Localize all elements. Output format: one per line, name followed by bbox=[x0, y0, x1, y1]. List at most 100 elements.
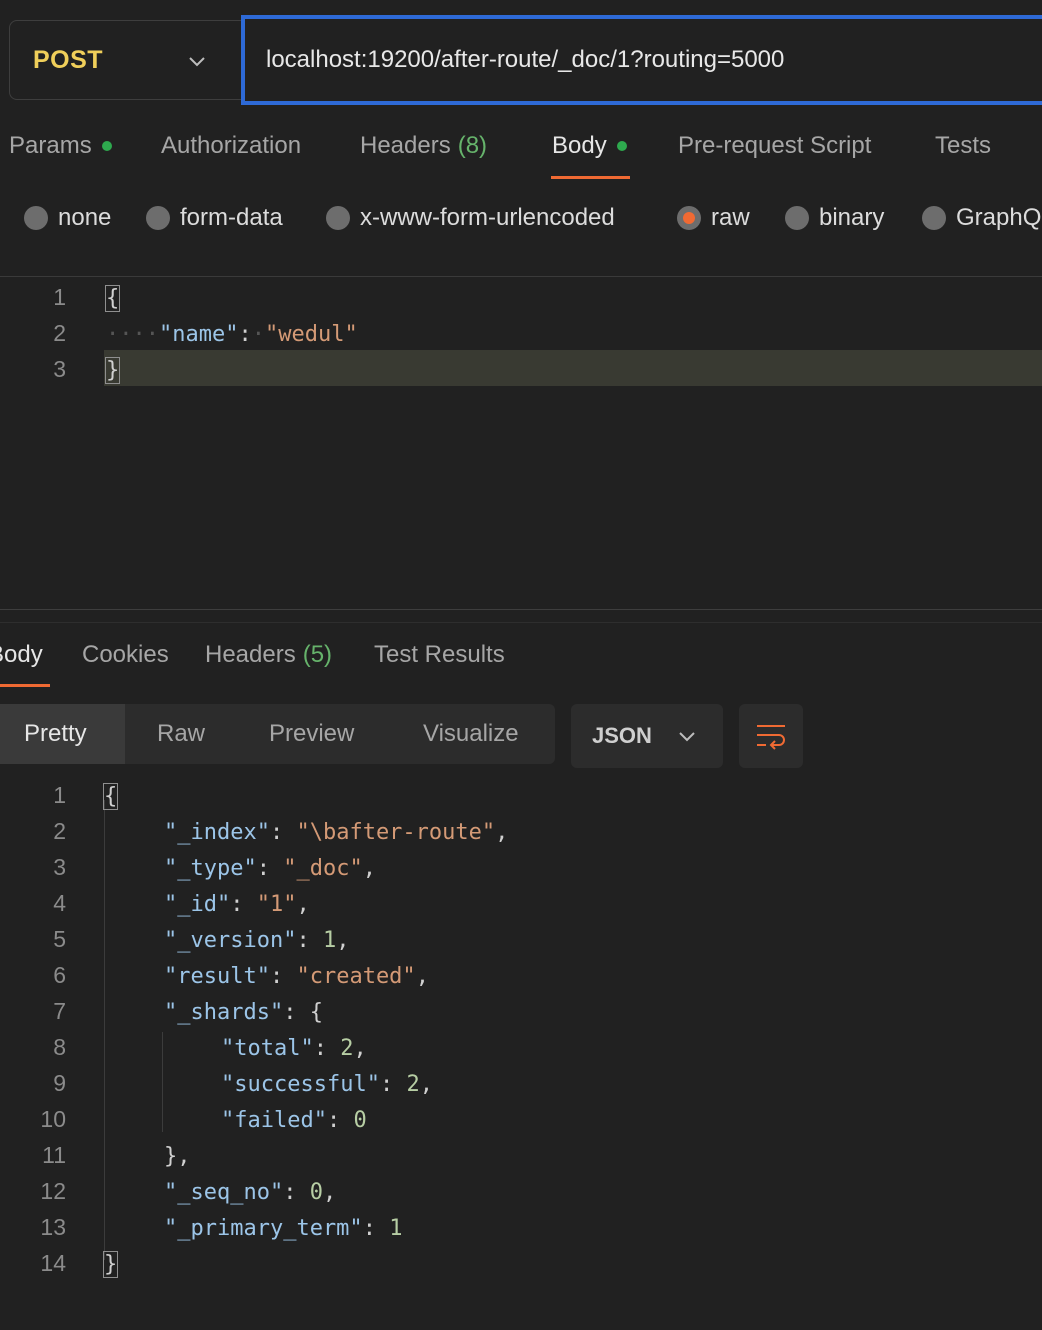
tab-tests[interactable]: Tests bbox=[935, 132, 991, 160]
divider bbox=[0, 276, 1042, 277]
tab-label: Params bbox=[9, 132, 92, 159]
line-number: 7 bbox=[53, 998, 66, 1024]
radio-binary[interactable]: binary bbox=[785, 204, 884, 232]
headers-count: (8) bbox=[457, 132, 488, 159]
radio-circle-icon bbox=[785, 206, 809, 230]
code-line: "failed": 0 bbox=[221, 1108, 367, 1133]
line-number: 8 bbox=[53, 1034, 66, 1060]
json-key: "result" bbox=[164, 964, 270, 989]
radio-x-www-form-urlencoded[interactable]: x-www-form-urlencoded bbox=[326, 204, 615, 232]
code-line: } bbox=[104, 357, 121, 384]
json-value: 1 bbox=[389, 1216, 403, 1241]
json-key: "name" bbox=[158, 322, 239, 347]
tab-label: Pre-request Script bbox=[678, 132, 872, 159]
json-key: "_index" bbox=[164, 820, 270, 845]
view-visualize-button[interactable]: Visualize bbox=[423, 704, 519, 764]
json-key: "_shards" bbox=[164, 1000, 284, 1025]
indent-guide bbox=[104, 800, 105, 1260]
tab-response-headers[interactable]: Headers (5) bbox=[205, 641, 332, 669]
code-line: }, bbox=[164, 1144, 191, 1169]
indent-guide bbox=[162, 1032, 163, 1132]
radio-label: none bbox=[58, 204, 112, 231]
json-value: { bbox=[309, 1000, 323, 1025]
line-number: 12 bbox=[40, 1178, 66, 1204]
radio-circle-icon bbox=[326, 206, 350, 230]
chevron-down-icon bbox=[679, 732, 695, 742]
line-number: 1 bbox=[53, 782, 66, 808]
line-number: 3 bbox=[53, 356, 66, 382]
view-preview-button[interactable]: Preview bbox=[269, 704, 354, 764]
active-tab-indicator bbox=[0, 684, 50, 687]
radio-circle-icon bbox=[24, 206, 48, 230]
json-value: 1 bbox=[322, 928, 337, 953]
json-key: "failed" bbox=[221, 1108, 327, 1133]
code-line: "result": "created", bbox=[164, 964, 429, 989]
radio-none[interactable]: none bbox=[24, 204, 111, 232]
json-key: "_type" bbox=[164, 856, 257, 881]
code-line: "_index": "\bafter-route", bbox=[164, 820, 509, 845]
tab-pre-request-script[interactable]: Pre-request Script bbox=[678, 132, 871, 160]
tab-label: Headers bbox=[360, 132, 451, 159]
format-label: JSON bbox=[592, 723, 652, 748]
format-select[interactable]: JSON bbox=[571, 704, 723, 768]
json-value: 2 bbox=[340, 1036, 354, 1061]
active-dot-icon bbox=[101, 141, 112, 151]
line-number: 9 bbox=[53, 1070, 66, 1096]
code-line: "_seq_no": 0, bbox=[164, 1180, 337, 1205]
url-input[interactable]: localhost:19200/after-route/_doc/1?routi… bbox=[241, 15, 1042, 105]
json-value: "wedul" bbox=[264, 322, 358, 347]
line-number: 10 bbox=[40, 1106, 66, 1132]
pane-divider[interactable] bbox=[0, 609, 1042, 610]
tab-response-body[interactable]: Body bbox=[0, 641, 43, 669]
tab-cookies[interactable]: Cookies bbox=[82, 641, 169, 669]
view-raw-button[interactable]: Raw bbox=[157, 704, 205, 764]
tab-label: Headers bbox=[205, 641, 296, 668]
json-key: "total" bbox=[221, 1036, 314, 1061]
radio-graphql[interactable]: GraphQ bbox=[922, 204, 1041, 232]
close-brace: } bbox=[102, 1251, 119, 1278]
line-number: 13 bbox=[40, 1214, 66, 1240]
code-line: "successful": 2, bbox=[221, 1072, 433, 1097]
code-line: "_type": "_doc", bbox=[164, 856, 376, 881]
open-brace: { bbox=[102, 783, 119, 810]
current-line-highlight bbox=[104, 350, 1042, 386]
method-select[interactable]: POST bbox=[9, 20, 247, 100]
view-pretty-button[interactable]: Pretty bbox=[0, 704, 125, 764]
code-line: "_shards": { bbox=[164, 1000, 323, 1025]
tab-params[interactable]: Params bbox=[9, 132, 112, 160]
json-key: "_id" bbox=[164, 892, 231, 917]
radio-circle-icon bbox=[146, 206, 170, 230]
json-key: "_primary_term" bbox=[164, 1216, 363, 1241]
json-value: 2 bbox=[406, 1072, 420, 1097]
code-line: { bbox=[104, 285, 121, 312]
url-text: localhost:19200/after-route/_doc/1?routi… bbox=[266, 46, 785, 73]
code-line: } bbox=[102, 1251, 119, 1278]
radio-circle-icon bbox=[922, 206, 946, 230]
json-value: 0 bbox=[309, 1180, 323, 1205]
code-line: "_version": 1, bbox=[164, 928, 350, 953]
line-number: 2 bbox=[53, 818, 66, 844]
tab-body[interactable]: Body bbox=[552, 132, 627, 160]
tab-headers[interactable]: Headers (8) bbox=[360, 132, 487, 160]
tab-authorization[interactable]: Authorization bbox=[161, 132, 301, 160]
radio-label: x-www-form-urlencoded bbox=[360, 204, 615, 231]
json-key: "_seq_no" bbox=[164, 1180, 284, 1205]
active-tab-indicator bbox=[551, 176, 630, 179]
json-value: "_doc" bbox=[283, 856, 363, 881]
radio-label: GraphQ bbox=[956, 204, 1042, 231]
wrap-lines-button[interactable] bbox=[739, 704, 803, 768]
radio-label: form-data bbox=[180, 204, 283, 231]
line-number: 1 bbox=[53, 284, 66, 310]
radio-label: binary bbox=[819, 204, 885, 231]
radio-raw[interactable]: raw bbox=[677, 204, 750, 232]
divider bbox=[0, 622, 1042, 623]
radio-selected-icon bbox=[677, 206, 701, 230]
method-label: POST bbox=[33, 45, 104, 74]
json-value: 0 bbox=[353, 1108, 367, 1133]
tab-test-results[interactable]: Test Results bbox=[374, 641, 505, 669]
code-line: "_id": "1", bbox=[164, 892, 310, 917]
json-value: "\bafter-route" bbox=[296, 820, 496, 845]
close-brace: }, bbox=[164, 1144, 191, 1169]
code-line: "_primary_term": 1 bbox=[164, 1216, 403, 1241]
radio-form-data[interactable]: form-data bbox=[146, 204, 283, 232]
